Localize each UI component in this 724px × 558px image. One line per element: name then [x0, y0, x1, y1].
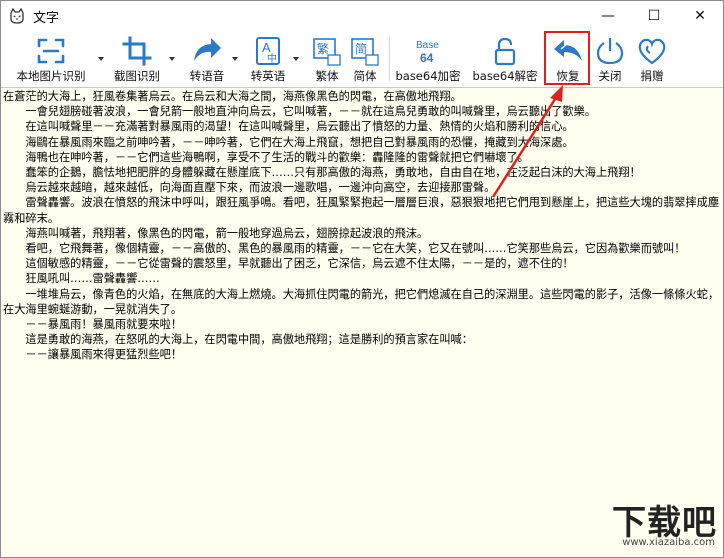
app-window: 文字 — ☐ ✕ 本地图片识别 截图识别 转语音 A 中 转英语 繁 繁体 简 … — [0, 0, 724, 558]
watermark-url: www.xiazaiba.com — [622, 537, 715, 548]
watermark-logo: 下载吧 www.xiazaiba.com — [579, 495, 719, 555]
annotation-arrow-icon — [491, 85, 563, 198]
